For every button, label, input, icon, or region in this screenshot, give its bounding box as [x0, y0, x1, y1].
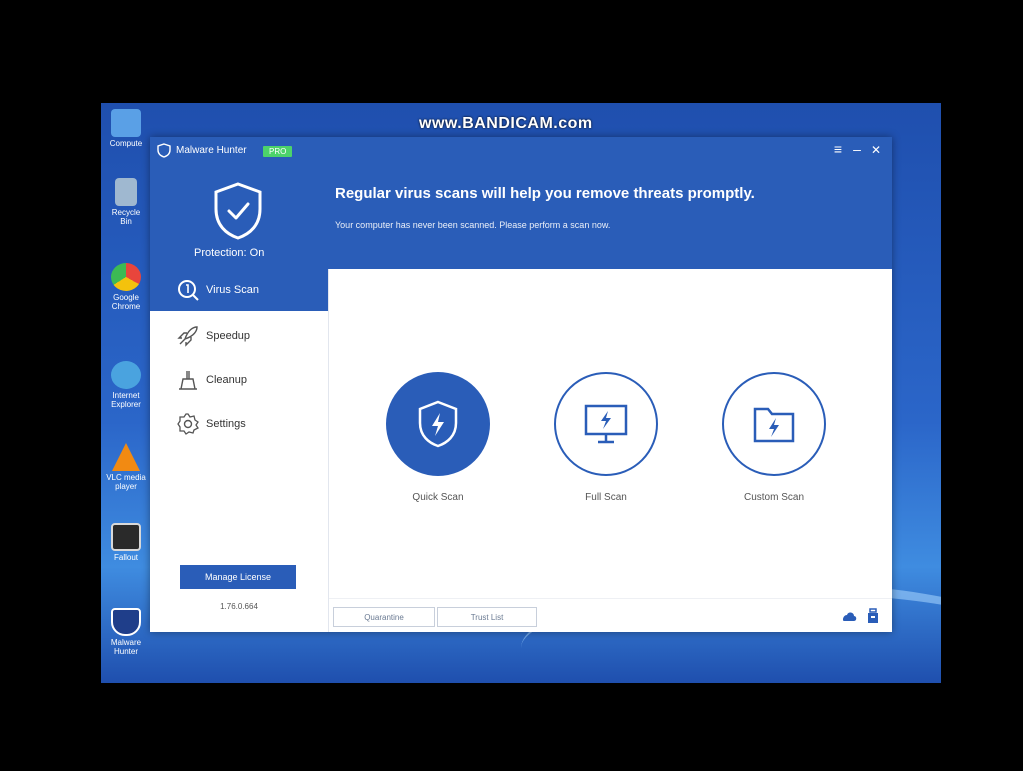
desktop-icon-ie[interactable]: Internet Explorer — [105, 361, 147, 409]
monitor-bolt-icon — [584, 404, 628, 444]
nav-label: Settings — [206, 418, 246, 430]
minimize-button[interactable]: – — [849, 141, 865, 157]
vlc-icon — [112, 443, 140, 471]
shield-bolt-icon — [418, 400, 458, 448]
desktop-icon-recycle-bin[interactable]: Recycle Bin — [105, 178, 147, 226]
nav-label: Cleanup — [206, 374, 247, 386]
app-icon — [111, 523, 141, 551]
quick-scan-button[interactable]: Quick Scan — [383, 372, 493, 503]
title-bar: Malware Hunter PRO ≡ – ✕ — [150, 137, 892, 165]
subline: Your computer has never been scanned. Pl… — [335, 220, 611, 230]
full-scan-circle — [554, 372, 658, 476]
manage-license-button[interactable]: Manage License — [180, 565, 296, 589]
desktop-icon-computer[interactable]: Compute — [105, 109, 147, 148]
nav-settings[interactable]: Settings — [150, 403, 328, 445]
chrome-icon — [111, 263, 141, 291]
cloud-icon[interactable] — [840, 607, 858, 625]
full-scan-label: Full Scan — [585, 492, 627, 503]
broom-icon — [179, 371, 197, 390]
desktop-icon-chrome[interactable]: Google Chrome — [105, 263, 147, 311]
toolbox-icon[interactable] — [864, 607, 882, 625]
sidebar: Virus Scan Speedup Cleanup Settings Mana… — [150, 269, 329, 632]
malware-hunter-shortcut-icon — [111, 608, 141, 636]
ie-icon — [111, 361, 141, 389]
folder-bolt-icon — [753, 407, 795, 443]
recycle-bin-icon — [115, 178, 137, 206]
footer-bar: Quarantine Trust List — [329, 598, 892, 633]
trust-list-button[interactable]: Trust List — [437, 607, 537, 627]
menu-button[interactable]: ≡ — [830, 141, 846, 157]
protection-status: Protection: On — [194, 247, 265, 259]
computer-icon — [111, 109, 141, 137]
nav-cleanup[interactable]: Cleanup — [150, 359, 328, 401]
version-label: 1.76.0.664 — [220, 602, 258, 611]
gear-icon — [177, 413, 199, 435]
recording-watermark: www.BANDICAM.com — [419, 115, 593, 132]
pro-badge: PRO — [263, 146, 293, 157]
shield-check-icon — [214, 182, 262, 240]
custom-scan-label: Custom Scan — [743, 492, 805, 503]
quarantine-button[interactable]: Quarantine — [333, 607, 435, 627]
status-header: Protection: On Regular virus scans will … — [150, 165, 892, 269]
close-button[interactable]: ✕ — [868, 143, 884, 157]
malware-hunter-window: Malware Hunter PRO ≡ – ✕ Protection: On … — [150, 137, 892, 632]
quick-scan-label: Quick Scan — [412, 492, 464, 503]
rocket-icon — [177, 326, 198, 347]
headline: Regular virus scans will help you remove… — [335, 185, 755, 202]
app-logo-icon — [157, 143, 171, 158]
nav-label: Speedup — [206, 330, 251, 342]
nav-virus-scan[interactable]: Virus Scan — [150, 269, 328, 311]
desktop-icon-fallout[interactable]: Fallout — [105, 523, 147, 562]
desktop-icon-malware-hunter[interactable]: Malware Hunter — [105, 608, 147, 656]
desktop-icon-vlc[interactable]: VLC media player — [105, 443, 147, 491]
nav-speedup[interactable]: Speedup — [150, 315, 328, 357]
virus-scan-icon — [178, 280, 199, 301]
full-scan-button[interactable]: Full Scan — [551, 372, 661, 503]
app-name: Malware Hunter — [176, 145, 247, 156]
nav-label: Virus Scan — [206, 284, 259, 296]
quick-scan-circle — [386, 372, 490, 476]
custom-scan-circle — [722, 372, 826, 476]
scan-panel: Quick Scan Full Scan Custom Scan Quarant… — [329, 269, 892, 632]
custom-scan-button[interactable]: Custom Scan — [719, 372, 829, 503]
